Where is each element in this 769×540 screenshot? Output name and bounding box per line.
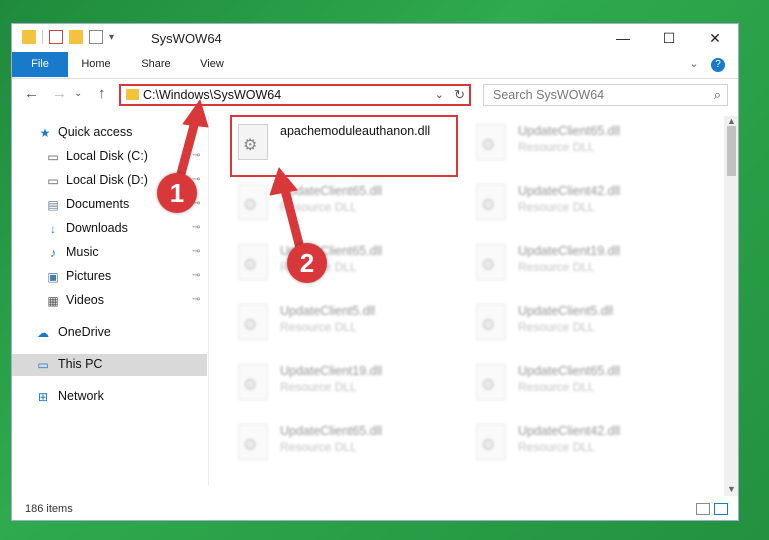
arrow-2-head [269, 167, 298, 196]
arrow-1-head [182, 99, 209, 128]
step-badge-2: 2 [287, 243, 327, 283]
annotation-arrows [173, 99, 305, 253]
arrow-2-shaft [279, 181, 305, 253]
step-badge-1: 1 [157, 173, 197, 213]
